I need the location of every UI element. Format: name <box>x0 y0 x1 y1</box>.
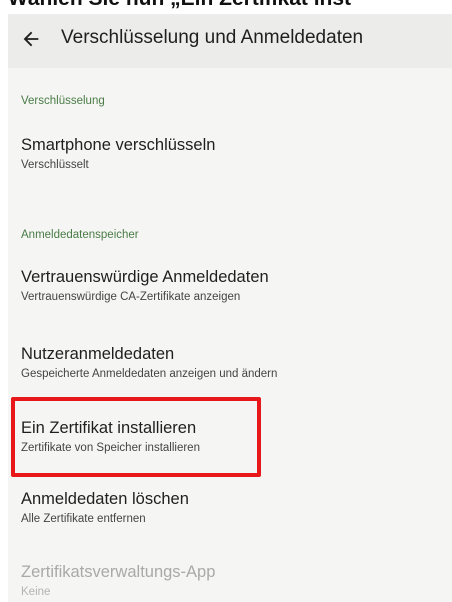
setting-item-subtitle: Alle Zertifikate entfernen <box>21 513 146 525</box>
settings-screen: Verschlüsselung und Anmeldedaten Verschl… <box>8 14 452 602</box>
setting-item-title: Smartphone verschlüsseln <box>21 136 216 154</box>
setting-item-vertrauenswuerdige-anmeldedaten[interactable]: Vertrauenswürdige Anmeldedaten Vertrauen… <box>8 268 452 320</box>
setting-item-title: Vertrauenswürdige Anmeldedaten <box>21 268 269 286</box>
setting-item-anmeldedaten-loeschen[interactable]: Anmeldedaten löschen Alle Zertifikate en… <box>8 490 452 542</box>
setting-item-subtitle: Verschlüsselt <box>21 159 89 171</box>
arrow-back-icon[interactable] <box>20 28 42 50</box>
setting-item-zertifikatsverwaltungs-app: Zertifikatsverwaltungs-App Keine <box>8 563 452 602</box>
highlight-box <box>11 397 261 477</box>
section-header-verschluesselung: Verschlüsselung <box>21 95 105 107</box>
setting-item-nutzeranmeldedaten[interactable]: Nutzeranmeldedaten Gespeicherte Anmelded… <box>8 345 452 397</box>
setting-item-title: Nutzeranmeldedaten <box>21 345 175 363</box>
setting-item-title: Zertifikatsverwaltungs-App <box>21 563 216 581</box>
setting-item-title: Anmeldedaten löschen <box>21 490 189 508</box>
app-bar: Verschlüsselung und Anmeldedaten <box>8 14 452 68</box>
instruction-caption: Wählen Sie nun „Ein Zertifikat inst <box>8 0 351 11</box>
page-title: Verschlüsselung und Anmeldedaten <box>61 27 364 48</box>
setting-item-smartphone-verschluesseln[interactable]: Smartphone verschlüsseln Verschlüsselt <box>8 136 452 188</box>
section-header-anmeldedatenspeicher: Anmeldedatenspeicher <box>21 229 139 241</box>
setting-item-subtitle: Keine <box>21 586 51 598</box>
setting-item-subtitle: Vertrauenswürdige CA-Zertifikate anzeige… <box>21 291 241 303</box>
setting-item-subtitle: Gespeicherte Anmeldedaten anzeigen und ä… <box>21 368 278 380</box>
